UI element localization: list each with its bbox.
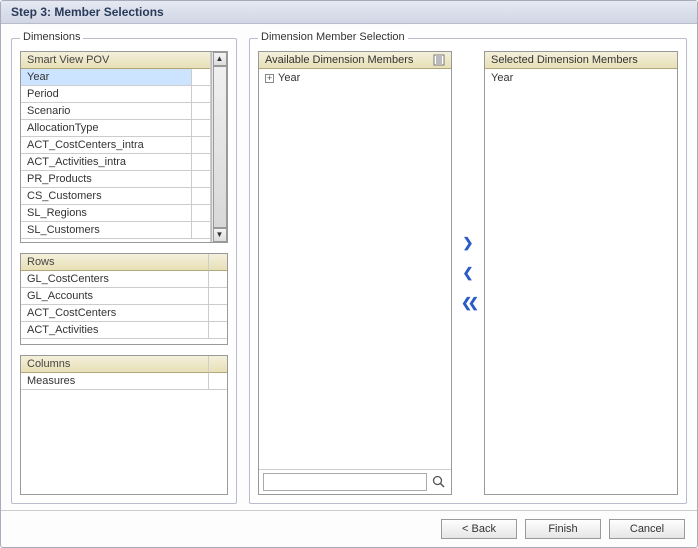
scroll-thumb[interactable] [213,66,227,228]
available-members-header: Available Dimension Members [259,52,451,69]
move-right-button[interactable]: ❯ [459,234,477,252]
tree-item-year[interactable]: + Year [263,71,447,85]
page-title: Step 3: Member Selections [1,1,697,24]
columns-header-gutter [209,356,227,373]
wizard-footer: < Back Finish Cancel [1,510,697,547]
rows-header-gutter [209,254,227,271]
rows-item-act-activities[interactable]: ACT_Activities [21,322,209,339]
selected-item-year[interactable]: Year [489,71,673,85]
member-selection-label: Dimension Member Selection [258,31,408,43]
dimensions-fieldset: Dimensions Smart View POV Year Period Sc… [11,38,237,504]
available-members-header-label: Available Dimension Members [265,54,413,66]
wizard-step-panel: Step 3: Member Selections Dimensions Sma… [0,0,698,548]
selected-members-header: Selected Dimension Members [485,52,677,69]
pov-item-act-costcenters-intra[interactable]: ACT_CostCenters_intra [21,137,192,154]
pov-grid: Smart View POV Year Period Scenario Allo… [20,51,228,243]
content-area: Dimensions Smart View POV Year Period Sc… [1,24,697,510]
search-input[interactable] [263,473,427,491]
columns-header[interactable]: Columns [21,356,209,373]
search-icon[interactable] [431,474,447,490]
cancel-button[interactable]: Cancel [609,519,685,539]
pov-list: Year Period Scenario AllocationType ACT_… [21,69,210,242]
rows-item-gl-accounts[interactable]: GL_Accounts [21,288,209,305]
expand-icon[interactable]: + [265,74,274,83]
selected-members-list: Year [485,69,677,494]
pov-item-allocationtype[interactable]: AllocationType [21,120,192,137]
rows-item-act-costcenters[interactable]: ACT_CostCenters [21,305,209,322]
finish-button[interactable]: Finish [525,519,601,539]
rows-header[interactable]: Rows [21,254,209,271]
scroll-up-icon[interactable]: ▲ [213,52,227,66]
scroll-down-icon[interactable]: ▼ [213,228,227,242]
pov-item-year[interactable]: Year [21,69,192,86]
pov-item-period[interactable]: Period [21,86,192,103]
move-all-left-button[interactable]: ❮❮ [459,294,477,312]
available-members-panel: Available Dimension Members + Year [258,51,452,495]
tree-item-label: Year [278,72,300,84]
dimensions-label: Dimensions [20,31,83,43]
pov-item-pr-products[interactable]: PR_Products [21,171,192,188]
transfer-buttons: ❯ ❮ ❮❮ [458,51,478,495]
columns-grid: Columns Measures [20,355,228,495]
columns-item-measures[interactable]: Measures [21,373,209,390]
selected-members-header-label: Selected Dimension Members [491,54,638,66]
member-selection-column: Dimension Member Selection Available Dim… [249,38,687,504]
rows-grid: Rows GL_CostCenters GL_Accounts ACT_Cost… [20,253,228,345]
move-left-button[interactable]: ❮ [459,264,477,282]
dimensions-column: Dimensions Smart View POV Year Period Sc… [11,38,237,504]
pov-header[interactable]: Smart View POV [21,52,192,69]
pov-item-scenario[interactable]: Scenario [21,103,192,120]
pov-item-sl-regions[interactable]: SL_Regions [21,205,192,222]
available-members-search [259,469,451,494]
pov-scrollbar[interactable]: ▲ ▼ [211,52,227,242]
selected-members-panel: Selected Dimension Members Year [484,51,678,495]
available-members-tree: + Year [259,69,451,469]
pov-item-cs-customers[interactable]: CS_Customers [21,188,192,205]
rows-item-gl-costcenters[interactable]: GL_CostCenters [21,271,209,288]
member-selection-fieldset: Dimension Member Selection Available Dim… [249,38,687,504]
pov-item-sl-customers[interactable]: SL_Customers [21,222,192,239]
properties-icon[interactable] [433,54,445,66]
pov-header-gutter [192,52,210,69]
back-button[interactable]: < Back [441,519,517,539]
pov-item-act-activities-intra[interactable]: ACT_Activities_intra [21,154,192,171]
